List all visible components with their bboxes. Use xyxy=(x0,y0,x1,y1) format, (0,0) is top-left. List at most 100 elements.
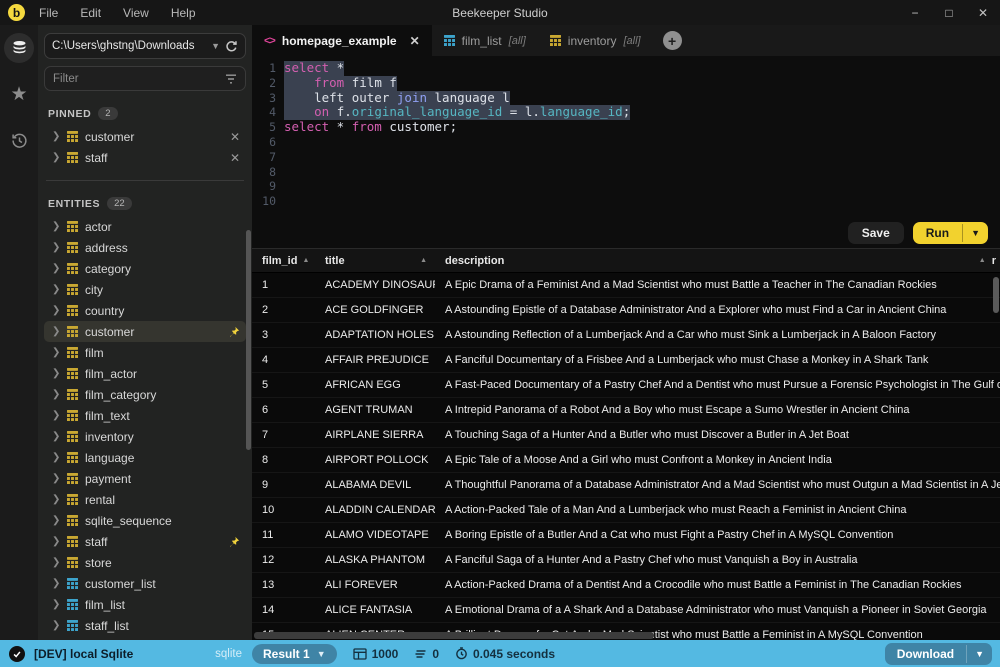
chevron-right-icon[interactable]: ❯ xyxy=(52,131,60,142)
cell-description[interactable]: A Action-Packed Drama of a Dentist And a… xyxy=(435,579,1000,591)
pinned-item-staff[interactable]: ❯staff✕ xyxy=(44,147,246,168)
sort-icon[interactable]: ▲ xyxy=(420,257,427,264)
tab-film_list[interactable]: film_list[all] xyxy=(432,25,538,56)
entity-item-rental[interactable]: ❯rental xyxy=(44,489,246,510)
table-row[interactable]: 3ADAPTATION HOLESA Astounding Reflection… xyxy=(252,323,1000,348)
entity-item-store[interactable]: ❯store xyxy=(44,552,246,573)
column-header-description[interactable]: description xyxy=(435,255,979,267)
cell-title[interactable]: ALASKA PHANTOM xyxy=(315,554,435,566)
result-selector[interactable]: Result 1 ▼ xyxy=(252,644,337,664)
entities-section-header[interactable]: ENTITIES 22 xyxy=(48,197,242,210)
new-tab-button[interactable]: + xyxy=(663,31,682,50)
pinned-item-customer[interactable]: ❯customer✕ xyxy=(44,126,246,147)
chevron-right-icon[interactable]: ❯ xyxy=(52,284,60,295)
table-row[interactable]: 7AIRPLANE SIERRAA Touching Saga of a Hun… xyxy=(252,423,1000,448)
entity-item-film[interactable]: ❯film xyxy=(44,342,246,363)
cell-description[interactable]: A Astounding Epistle of a Database Admin… xyxy=(435,304,1000,316)
code-line-3[interactable]: 3 left outer join language l xyxy=(252,91,1000,106)
unpin-close-icon[interactable]: ✕ xyxy=(230,151,240,165)
code-line-9[interactable]: 9 xyxy=(252,179,1000,194)
code-line-8[interactable]: 8 xyxy=(252,165,1000,180)
entity-item-payment[interactable]: ❯payment xyxy=(44,468,246,489)
chevron-right-icon[interactable]: ❯ xyxy=(52,452,60,463)
entity-item-film_text[interactable]: ❯film_text xyxy=(44,405,246,426)
entity-item-customer_list[interactable]: ❯customer_list xyxy=(44,573,246,594)
cell-film-id[interactable]: 9 xyxy=(252,479,315,491)
chevron-right-icon[interactable]: ❯ xyxy=(52,389,60,400)
pin-icon[interactable] xyxy=(228,326,240,338)
code-line-6[interactable]: 6 xyxy=(252,135,1000,150)
cell-film-id[interactable]: 10 xyxy=(252,504,315,516)
close-button[interactable]: ✕ xyxy=(966,6,1000,20)
chevron-right-icon[interactable]: ❯ xyxy=(52,368,60,379)
table-row[interactable]: 2ACE GOLDFINGERA Astounding Epistle of a… xyxy=(252,298,1000,323)
cell-description[interactable]: A Intrepid Panorama of a Robot And a Boy… xyxy=(435,404,1000,416)
chevron-right-icon[interactable]: ❯ xyxy=(52,515,60,526)
cell-title[interactable]: ADAPTATION HOLES xyxy=(315,329,435,341)
cell-description[interactable]: A Touching Saga of a Hunter And a Butler… xyxy=(435,429,1000,441)
cell-title[interactable]: AFRICAN EGG xyxy=(315,379,435,391)
download-button[interactable]: Download ▼ xyxy=(885,643,992,665)
cell-description[interactable]: A Epic Drama of a Feminist And a Mad Sci… xyxy=(435,279,1000,291)
cell-description[interactable]: A Fanciful Saga of a Hunter And a Pastry… xyxy=(435,554,1000,566)
chevron-right-icon[interactable]: ❯ xyxy=(52,557,60,568)
cell-film-id[interactable]: 5 xyxy=(252,379,315,391)
menu-edit[interactable]: Edit xyxy=(80,6,101,20)
connection-name[interactable]: [DEV] local Sqlite xyxy=(34,647,206,661)
cell-description[interactable]: A Fast-Paced Documentary of a Pastry Che… xyxy=(435,379,1000,391)
cell-title[interactable]: ACADEMY DINOSAUR xyxy=(315,279,435,291)
run-label[interactable]: Run xyxy=(913,222,962,244)
entity-item-city[interactable]: ❯city xyxy=(44,279,246,300)
entity-item-staff_list[interactable]: ❯staff_list xyxy=(44,615,246,636)
menu-view[interactable]: View xyxy=(123,6,149,20)
column-header-next[interactable]: ▲ r xyxy=(979,255,1000,267)
pin-icon[interactable] xyxy=(228,536,240,548)
cell-description[interactable]: A Epic Tale of a Moose And a Girl who mu… xyxy=(435,454,1000,466)
chevron-right-icon[interactable]: ❯ xyxy=(52,620,60,631)
chevron-right-icon[interactable]: ❯ xyxy=(52,536,60,547)
entity-item-film_actor[interactable]: ❯film_actor xyxy=(44,363,246,384)
cell-description[interactable]: A Boring Epistle of a Butler And a Cat w… xyxy=(435,529,1000,541)
column-header-title[interactable]: title ▲ xyxy=(315,255,435,267)
table-row[interactable]: 8AIRPORT POLLOCKA Epic Tale of a Moose A… xyxy=(252,448,1000,473)
entity-item-sales_by_store[interactable]: ❯sales_by_store xyxy=(44,636,246,640)
cell-title[interactable]: ALABAMA DEVIL xyxy=(315,479,435,491)
chevron-right-icon[interactable]: ❯ xyxy=(52,305,60,316)
entity-item-category[interactable]: ❯category xyxy=(44,258,246,279)
cell-description[interactable]: A Fanciful Documentary of a Frisbee And … xyxy=(435,354,1000,366)
chevron-right-icon[interactable]: ❯ xyxy=(52,494,60,505)
download-label[interactable]: Download xyxy=(885,643,966,665)
cell-description[interactable]: A Emotional Drama of a A Shark And a Dat… xyxy=(435,604,1000,616)
code-line-1[interactable]: 1select * xyxy=(252,61,1000,76)
tab-close-icon[interactable]: ✕ xyxy=(410,34,420,48)
table-row[interactable]: 11ALAMO VIDEOTAPEA Boring Epistle of a B… xyxy=(252,523,1000,548)
entity-item-address[interactable]: ❯address xyxy=(44,237,246,258)
tab-inventory[interactable]: inventory[all] xyxy=(538,25,653,56)
table-row[interactable]: 9ALABAMA DEVILA Thoughtful Panorama of a… xyxy=(252,473,1000,498)
menu-file[interactable]: File xyxy=(39,6,58,20)
sort-icon[interactable]: ▲ xyxy=(979,257,986,264)
entity-item-sqlite_sequence[interactable]: ❯sqlite_sequence xyxy=(44,510,246,531)
cell-film-id[interactable]: 11 xyxy=(252,529,315,541)
cell-description[interactable]: A Astounding Reflection of a Lumberjack … xyxy=(435,329,1000,341)
favorites-panel-icon[interactable]: ★ xyxy=(4,79,34,109)
database-panel-icon[interactable] xyxy=(4,33,34,63)
table-row[interactable]: 4AFFAIR PREJUDICEA Fanciful Documentary … xyxy=(252,348,1000,373)
cell-title[interactable]: AFFAIR PREJUDICE xyxy=(315,354,435,366)
code-line-7[interactable]: 7 xyxy=(252,150,1000,165)
cell-title[interactable]: ALICE FANTASIA xyxy=(315,604,435,616)
entity-item-actor[interactable]: ❯actor xyxy=(44,216,246,237)
refresh-icon[interactable] xyxy=(225,40,238,53)
maximize-button[interactable]: □ xyxy=(932,6,966,20)
chevron-right-icon[interactable]: ❯ xyxy=(52,347,60,358)
cell-film-id[interactable]: 7 xyxy=(252,429,315,441)
download-options-caret-icon[interactable]: ▼ xyxy=(966,645,992,663)
chevron-right-icon[interactable]: ❯ xyxy=(52,578,60,589)
sidebar-scrollbar[interactable] xyxy=(246,230,251,450)
code-line-5[interactable]: 5select * from customer; xyxy=(252,120,1000,135)
code-line-10[interactable]: 10 xyxy=(252,194,1000,209)
minimize-button[interactable]: − xyxy=(898,6,932,20)
entity-item-country[interactable]: ❯country xyxy=(44,300,246,321)
sql-editor[interactable]: 1select *2 from film f3 left outer join … xyxy=(252,56,1000,218)
chevron-right-icon[interactable]: ❯ xyxy=(52,152,60,163)
